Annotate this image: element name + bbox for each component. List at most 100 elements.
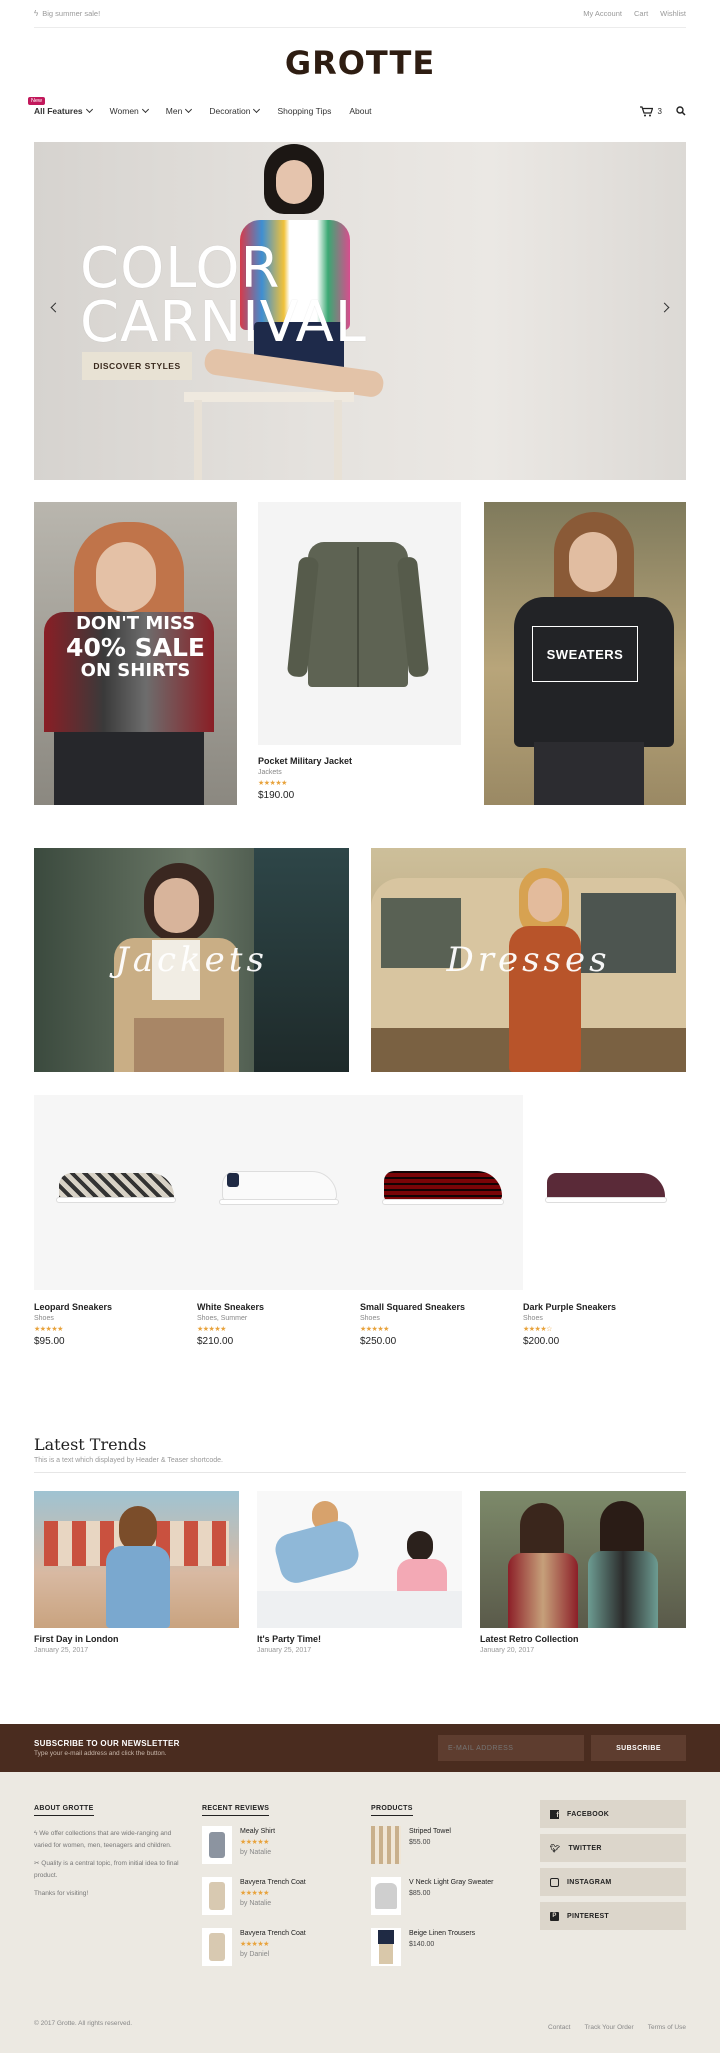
review-thumb [202, 1826, 232, 1864]
post-date: January 20, 2017 [480, 1647, 535, 1654]
review-author: by Natalie [240, 1900, 272, 1907]
terms-link[interactable]: Terms of Use [648, 2024, 686, 2031]
contact-link[interactable]: Contact [548, 2024, 570, 2031]
post-date: January 25, 2017 [34, 1647, 89, 1654]
nav-about[interactable]: About [349, 106, 371, 116]
pinterest-icon: P [550, 1911, 559, 1921]
promo-message: ϟ Big summer sale! [34, 9, 101, 18]
product-rating: ★★★★☆ [523, 1326, 552, 1333]
product-category[interactable]: Shoes [523, 1315, 616, 1322]
product-price: $95.00 [34, 1336, 65, 1347]
purple-sneaker-image [523, 1095, 686, 1290]
site-logo[interactable]: GROTTE [0, 44, 720, 82]
leopard-sneaker-image [34, 1095, 197, 1290]
section-title: Latest Trends [34, 1435, 147, 1454]
sneaker-info-1: Leopard Sneakers Shoes ★★★★★ $95.00 [34, 1302, 112, 1347]
review-product[interactable]: Mealy Shirt [240, 1828, 360, 1835]
nav-women[interactable]: Women [110, 105, 149, 116]
review-product[interactable]: Bavyera Trench Coat [240, 1879, 360, 1886]
cart-button[interactable]: 3 [639, 105, 662, 117]
shirts-sale-banner[interactable]: DON'T MISS 40% SALE ON SHIRTS [34, 502, 237, 805]
trend-post-2[interactable]: It's Party Time! January 25, 2017 [257, 1491, 462, 1661]
search-icon[interactable] [676, 106, 686, 116]
instagram-icon [550, 1877, 559, 1887]
product-title[interactable]: Pocket Military Jacket [258, 756, 352, 766]
discover-styles-button[interactable]: DISCOVER STYLES [82, 352, 192, 380]
wishlist-link[interactable]: Wishlist [660, 9, 686, 18]
lightning-icon: ϟ [34, 9, 39, 18]
pinterest-button[interactable]: P PINTEREST [540, 1902, 686, 1930]
review-author: by Natalie [240, 1849, 272, 1856]
featured-product-card[interactable]: Pocket Military Jacket Jackets ★★★★★ $19… [258, 502, 461, 812]
facebook-button[interactable]: f FACEBOOK [540, 1800, 686, 1828]
section-subtitle: This is a text which displayed by Header… [34, 1457, 223, 1464]
sneaker-card-4[interactable]: Dark Purple Sneakers Shoes ★★★★☆ $200.00 [523, 1095, 686, 1355]
product-category[interactable]: Shoes [34, 1315, 112, 1322]
footer-about: ABOUT GROTTE ϟ We offer collections that… [34, 1802, 184, 1900]
product-title[interactable]: Leopard Sneakers [34, 1302, 112, 1312]
review-thumb [202, 1928, 232, 1966]
footer: ABOUT GROTTE ϟ We offer collections that… [0, 1772, 720, 2053]
footer-links: Contact Track Your Order Terms of Use [548, 2024, 686, 2031]
footer-heading: PRODUCTS [371, 1805, 413, 1816]
product-rating: ★★★★★ [258, 780, 287, 787]
dresses-banner[interactable]: Dresses [371, 848, 686, 1072]
new-badge: New [28, 97, 46, 105]
product-category[interactable]: Shoes, Summer [197, 1315, 264, 1322]
sweaters-label: SWEATERS [532, 626, 638, 682]
product-price: $210.00 [197, 1336, 234, 1347]
product-price: $190.00 [258, 790, 295, 801]
nav-shopping-tips[interactable]: Shopping Tips [277, 106, 331, 116]
dresses-script-label: Dresses [446, 940, 611, 980]
nav-all-features[interactable]: New All Features [28, 97, 93, 116]
hero-title: COLOR CARNIVAL [80, 236, 367, 355]
latest-trends-header: Latest Trends This is a text which displ… [34, 1435, 686, 1473]
review-stars: ★★★★★ [240, 1941, 269, 1948]
product-title[interactable]: White Sneakers [197, 1302, 264, 1312]
track-order-link[interactable]: Track Your Order [584, 2024, 633, 2031]
chevron-down-icon [185, 105, 193, 114]
sneaker-card-1[interactable]: Leopard Sneakers Shoes ★★★★★ $95.00 [34, 1095, 197, 1355]
sneaker-card-2[interactable]: White Sneakers Shoes, Summer ★★★★★ $210.… [197, 1095, 360, 1355]
post-title[interactable]: Latest Retro Collection [480, 1634, 579, 1644]
footer-product-name[interactable]: V Neck Light Gray Sweater [409, 1879, 534, 1886]
twitter-button[interactable]: 🐦︎ TWITTER [540, 1834, 686, 1862]
sneaker-info-2: White Sneakers Shoes, Summer ★★★★★ $210.… [197, 1302, 264, 1347]
nav-men[interactable]: Men [166, 105, 193, 116]
top-bar: ϟ Big summer sale! My Account Cart Wishl… [34, 0, 686, 28]
subscribe-button[interactable]: SUBSCRIBE [591, 1735, 686, 1761]
product-title[interactable]: Small Squared Sneakers [360, 1302, 465, 1312]
my-account-link[interactable]: My Account [583, 9, 622, 18]
squared-sneaker-image [360, 1095, 523, 1290]
product-title[interactable]: Dark Purple Sneakers [523, 1302, 616, 1312]
slider-next-arrow-icon[interactable] [659, 302, 670, 313]
newsletter-email-input[interactable] [438, 1735, 584, 1761]
jackets-banner[interactable]: Jackets [34, 848, 349, 1072]
cart-count: 3 [657, 106, 662, 116]
footer-product-name[interactable]: Beige Linen Trousers [409, 1930, 534, 1937]
product-thumb [371, 1826, 401, 1864]
product-price: $200.00 [523, 1336, 560, 1347]
cart-link[interactable]: Cart [634, 9, 648, 18]
nav-decoration[interactable]: Decoration [209, 105, 261, 116]
product-thumb [371, 1877, 401, 1915]
review-thumb [202, 1877, 232, 1915]
review-product[interactable]: Bavyera Trench Coat [240, 1930, 360, 1937]
footer-product-price: $55.00 [409, 1839, 431, 1846]
product-category[interactable]: Shoes [360, 1315, 465, 1322]
sweaters-banner[interactable]: SWEATERS [484, 502, 686, 805]
trend-post-1[interactable]: First Day in London January 25, 2017 [34, 1491, 239, 1661]
sneaker-card-3[interactable]: Small Squared Sneakers Shoes ★★★★★ $250.… [360, 1095, 523, 1355]
sale-text: DON'T MISS 40% SALE ON SHIRTS [66, 613, 205, 682]
footer-product-name[interactable]: Striped Towel [409, 1828, 534, 1835]
product-category[interactable]: Jackets [258, 769, 352, 776]
sneaker-info-4: Dark Purple Sneakers Shoes ★★★★☆ $200.00 [523, 1302, 616, 1347]
slider-prev-arrow-icon[interactable] [50, 302, 61, 313]
footer-heading: ABOUT GROTTE [34, 1805, 94, 1816]
post-title[interactable]: It's Party Time! [257, 1634, 321, 1644]
trend-image-2 [257, 1491, 462, 1628]
nav-actions: 3 [639, 100, 686, 122]
post-title[interactable]: First Day in London [34, 1634, 119, 1644]
instagram-button[interactable]: INSTAGRAM [540, 1868, 686, 1896]
trend-post-3[interactable]: Latest Retro Collection January 20, 2017 [480, 1491, 686, 1661]
